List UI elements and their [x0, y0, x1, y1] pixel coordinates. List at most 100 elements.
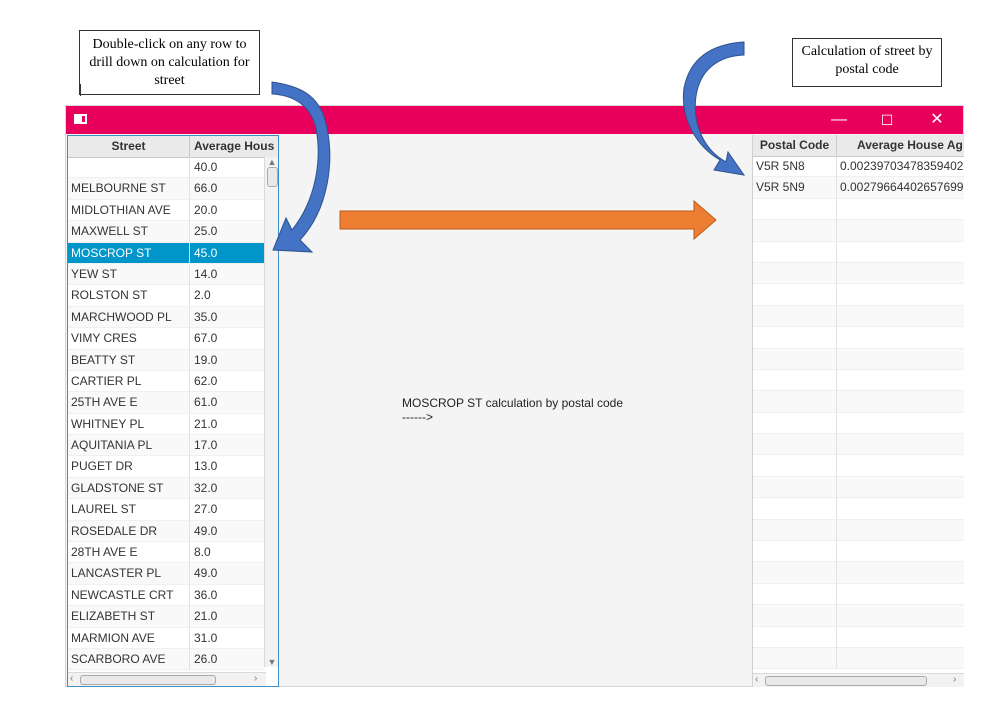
average-age-cell: 49.0	[194, 523, 218, 538]
scroll-left-icon[interactable]: ‹	[755, 674, 758, 686]
table-row[interactable]	[753, 434, 964, 456]
title-bar[interactable]: — ☐ ✕	[66, 106, 963, 134]
scroll-right-icon[interactable]: ›	[953, 674, 956, 686]
horizontal-scrollbar[interactable]: ‹ ›	[753, 673, 964, 687]
table-row[interactable]: LAUREL ST 27.0	[68, 499, 264, 521]
average-age-cell: 35.0	[194, 309, 218, 324]
table-row[interactable]: WHITNEY PL 21.0	[68, 413, 264, 436]
table-row[interactable]	[753, 284, 964, 306]
table-row[interactable]: MAXWELL ST 25.0	[68, 221, 264, 243]
horizontal-scrollbar[interactable]: ‹ ›	[68, 672, 266, 686]
table-row[interactable]: V5R 5N9 0.00279664402657699	[753, 177, 964, 199]
table-row[interactable]	[753, 241, 964, 263]
table-row[interactable]: MARMION AVE 31.0	[68, 627, 264, 649]
table-row[interactable]: VIMY CRES 67.0	[68, 328, 264, 350]
table-row[interactable]	[753, 605, 964, 627]
table-row[interactable]: LANCASTER PL 49.0	[68, 563, 264, 585]
postal-code-cell: V5R 5N9	[753, 177, 837, 199]
street-cell: LANCASTER PL	[68, 563, 190, 585]
street-cell: MELBOURNE ST	[68, 178, 190, 200]
postal-code-cell	[753, 562, 837, 584]
postal-code-cell	[753, 220, 837, 242]
table-row[interactable]: BEATTY ST 19.0	[68, 349, 264, 371]
table-row[interactable]: MOSCROP ST 45.0	[68, 242, 264, 264]
street-cell: MIDLOTHIAN AVE	[68, 199, 190, 221]
street-table-body: 40.0 MELBOURNE ST 66.0 MIDLOTHIAN AVE 20.0 MA…	[68, 157, 264, 671]
average-age-cell	[837, 498, 964, 519]
maximize-button[interactable]: ☐	[864, 106, 910, 134]
table-row[interactable]	[753, 455, 964, 477]
table-row[interactable]	[753, 220, 964, 242]
column-header-average-house-age[interactable]: Average Hous	[190, 136, 278, 157]
postal-code-cell	[753, 369, 837, 391]
table-row[interactable]: AQUITANIA PL 17.0	[68, 435, 264, 457]
table-row[interactable]: V5R 5N8 0.00239703478359402	[753, 156, 964, 178]
table-row[interactable]	[753, 541, 964, 563]
scrollbar-thumb[interactable]	[765, 676, 927, 686]
table-row[interactable]: PUGET DR 13.0	[68, 456, 264, 478]
street-cell: NEWCASTLE CRT	[68, 584, 190, 606]
table-row[interactable]	[753, 262, 964, 285]
scrollbar-thumb[interactable]	[80, 675, 216, 685]
table-row[interactable]	[753, 519, 964, 542]
scroll-down-icon[interactable]: ▼	[265, 657, 278, 667]
table-row[interactable]: CARTIER PL 62.0	[68, 370, 264, 393]
table-row[interactable]: GLADSTONE ST 32.0	[68, 477, 264, 500]
postal-code-cell	[753, 541, 837, 563]
average-age-cell	[837, 220, 964, 241]
table-row[interactable]	[753, 476, 964, 499]
table-row[interactable]: NEWCASTLE CRT 36.0	[68, 584, 264, 607]
average-age-cell: 14.0	[194, 266, 218, 281]
average-age-cell: 36.0	[194, 587, 218, 602]
postal-code-cell	[753, 455, 837, 477]
average-age-cell: 2.0	[194, 288, 211, 303]
table-row[interactable]	[753, 647, 964, 670]
column-header-street[interactable]: Street	[68, 136, 190, 157]
street-table[interactable]: Street Average Hous 40.0 MELBOURNE ST 66.0…	[67, 135, 279, 687]
table-row[interactable]: MELBOURNE ST 66.0	[68, 178, 264, 200]
average-age-cell: 45.0	[194, 245, 218, 260]
table-row[interactable]	[753, 305, 964, 328]
table-row[interactable]: 25TH AVE E 61.0	[68, 392, 264, 414]
result-callout-text: Calculation of street by postal code	[801, 44, 933, 77]
table-row[interactable]	[753, 412, 964, 435]
postal-code-table[interactable]: Postal Code Average House Ag V5R 5N8 0.00…	[752, 135, 964, 687]
street-cell: MAXWELL ST	[68, 221, 190, 243]
postal-code-cell	[753, 434, 837, 456]
result-callout: Calculation of street by postal code	[792, 38, 942, 87]
street-cell: YEW ST	[68, 263, 190, 285]
close-button[interactable]: ✕	[914, 106, 960, 134]
street-cell: ROSEDALE DR	[68, 520, 190, 542]
postal-table-body: V5R 5N8 0.00239703478359402 V5R 5N9 0.00279…	[753, 156, 964, 670]
postal-code-cell	[753, 262, 837, 284]
table-row[interactable]	[753, 498, 964, 520]
table-row[interactable]	[753, 348, 964, 370]
table-row[interactable]	[753, 369, 964, 392]
table-row[interactable]	[753, 198, 964, 221]
column-header-average-house-age[interactable]: Average House Ag	[837, 135, 964, 156]
table-row[interactable]	[753, 327, 964, 349]
table-row[interactable]: ROLSTON ST 2.0	[68, 285, 264, 307]
table-row[interactable]: 40.0	[68, 157, 264, 179]
table-row[interactable]	[753, 626, 964, 648]
table-row[interactable]: ROSEDALE DR 49.0	[68, 520, 264, 543]
table-row[interactable]	[753, 391, 964, 413]
column-header-postal-code[interactable]: Postal Code	[753, 135, 837, 156]
average-age-cell: 17.0	[194, 438, 218, 453]
table-row[interactable]: YEW ST 14.0	[68, 263, 264, 286]
vertical-scrollbar[interactable]: ▲ ▼	[264, 157, 278, 667]
table-row[interactable]: ELIZABETH ST 21.0	[68, 606, 264, 628]
table-row[interactable]: MIDLOTHIAN AVE 20.0	[68, 199, 264, 222]
table-row[interactable]: SCARBORO AVE 26.0	[68, 648, 264, 671]
average-age-cell	[837, 541, 964, 562]
table-row[interactable]	[753, 562, 964, 584]
scroll-left-icon[interactable]: ‹	[70, 673, 73, 685]
scroll-right-icon[interactable]: ›	[254, 673, 257, 685]
table-row[interactable]: MARCHWOOD PL 35.0	[68, 306, 264, 329]
postal-code-cell	[753, 412, 837, 434]
table-row[interactable]: 28TH AVE E 8.0	[68, 542, 264, 564]
scroll-up-icon[interactable]: ▲	[265, 157, 278, 167]
scrollbar-thumb[interactable]	[267, 167, 278, 187]
table-row[interactable]	[753, 583, 964, 606]
minimize-button[interactable]: —	[816, 106, 862, 134]
